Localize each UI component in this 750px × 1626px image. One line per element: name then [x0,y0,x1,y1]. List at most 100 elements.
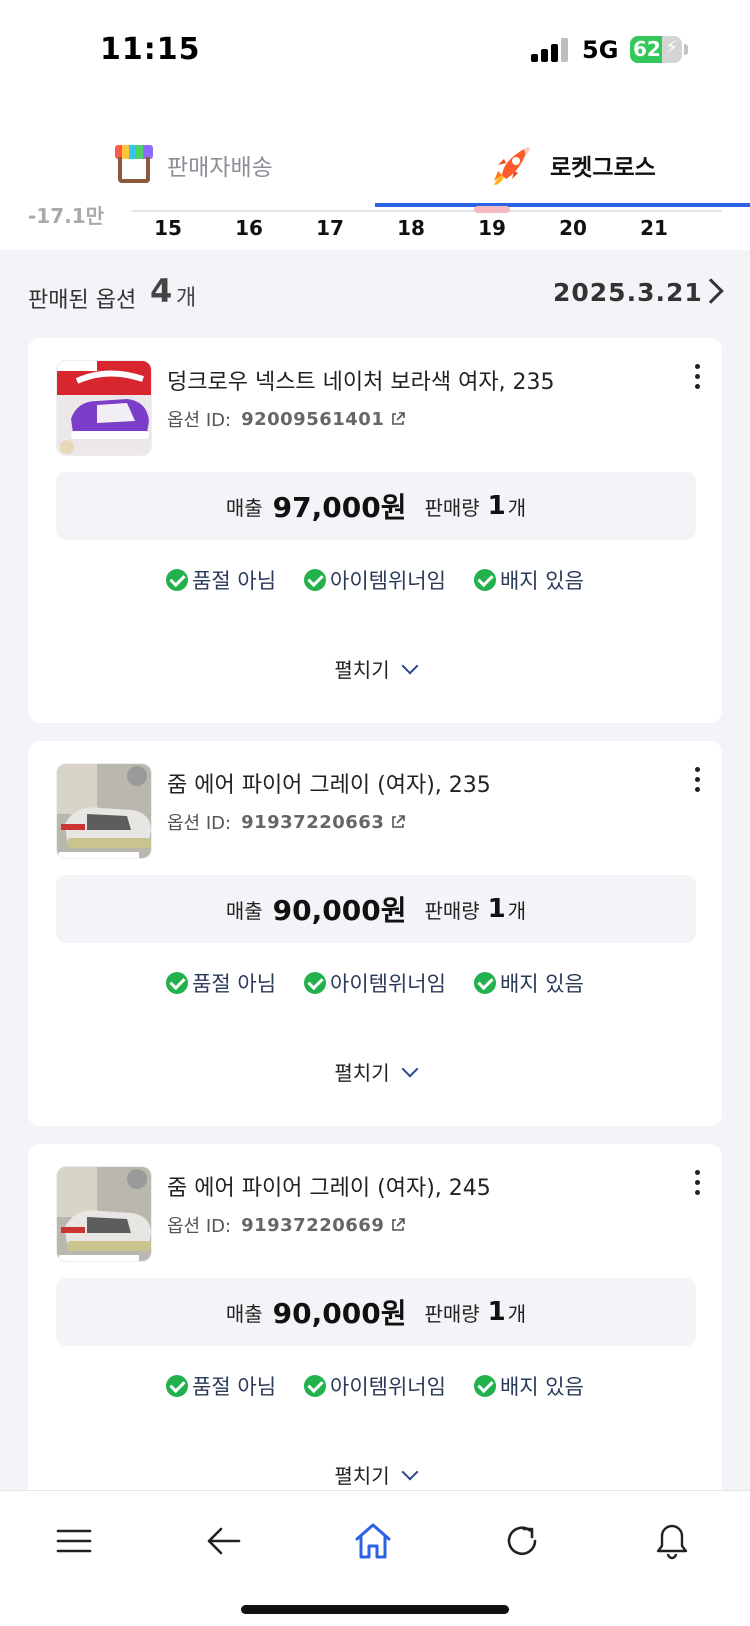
battery-icon: 62 ⚡ [630,36,682,63]
refresh-icon [507,1526,537,1556]
chevron-down-icon [401,1060,419,1077]
day-label[interactable]: 17 [305,216,355,240]
status-badges: 품절 아님 아이템위너임 배지 있음 [28,560,722,600]
quantity-value: 1 [487,894,506,924]
menu-icon [56,1529,92,1553]
quantity-label: 판매량 [424,898,480,923]
expand-button[interactable]: 펼치기 [28,1057,722,1086]
tab-rocket-growth[interactable]: 로켓그로스 [488,125,656,205]
more-options-icon[interactable] [692,767,702,793]
status-badges: 품절 아님 아이템위너임 배지 있음 [28,1366,722,1406]
grey-sneaker-photo [57,1167,151,1261]
product-thumbnail[interactable] [56,1166,152,1262]
expand-label: 펼치기 [334,1061,390,1085]
status-time: 11:15 [100,32,201,67]
summary-label: 판매된 옵션 [28,288,137,313]
home-icon [355,1523,391,1559]
status-badge: 품절 아님 [166,560,276,600]
status-badge: 아이템위너임 [304,1366,446,1406]
day-label[interactable]: 19 [467,216,517,240]
option-id-label: 옵션 ID: [167,813,232,834]
check-icon [166,1375,189,1397]
product-name[interactable]: 덩크로우 넥스트 네이처 보라색 여자, 235 [167,364,555,396]
quantity-label: 판매량 [424,1301,480,1326]
check-icon [473,972,496,994]
check-icon [304,569,327,591]
option-id-value[interactable]: 91937220663 [241,812,384,833]
more-options-icon[interactable] [692,364,702,390]
option-id-label: 옵션 ID: [167,1216,232,1237]
bottom-navigation [0,1490,750,1626]
tab-label: 판매자배송 [167,155,273,181]
status-bar: 11:15 5G 62 ⚡ [0,0,750,100]
expand-label: 펼치기 [334,1464,390,1488]
summary-unit: 개 [176,286,197,311]
sales-stats: 매출 97,000원 판매량 1 개 [56,472,696,540]
grey-sneaker-photo [57,764,151,858]
status-badge: 배지 있음 [473,1366,584,1406]
network-type: 5G [582,36,619,64]
store-icon [115,145,153,185]
option-id-label: 옵션 ID: [167,410,232,431]
status-badge: 아이템위너임 [304,963,446,1003]
home-button[interactable] [343,1511,403,1571]
quantity-value: 1 [487,491,506,521]
status-badge: 배지 있음 [473,560,584,600]
sales-value: 90,000원 [272,1297,407,1330]
back-icon [207,1527,241,1555]
option-id-row: 옵션 ID: 91937220663 [167,809,406,835]
date-strip[interactable]: -17.1만 15 16 17 18 19 20 21 [0,200,750,250]
sales-stats: 매출 90,000원 판매량 1 개 [56,1278,696,1346]
check-icon [166,972,189,994]
refresh-button[interactable] [492,1511,552,1571]
status-badges: 품절 아님 아이템위너임 배지 있음 [28,963,722,1003]
sales-value: 90,000원 [272,894,407,927]
bell-icon [656,1524,688,1560]
external-link-icon[interactable] [390,814,406,830]
chart-value-label: -17.1만 [28,204,105,228]
expand-button[interactable]: 펼치기 [28,1460,722,1489]
charging-icon: ⚡ [665,37,678,58]
summary-date[interactable]: 2025.3.21 [553,278,703,307]
option-id-row: 옵션 ID: 91937220669 [167,1212,406,1238]
menu-button[interactable] [44,1511,104,1571]
product-thumbnail[interactable] [56,360,152,456]
product-card: 줌 에어 파이어 그레이 (여자), 235 옵션 ID: 9193722066… [28,741,722,1126]
option-id-value[interactable]: 91937220669 [241,1215,384,1236]
status-badge: 품절 아님 [166,963,276,1003]
check-icon [473,569,496,591]
tab-seller-delivery[interactable]: 판매자배송 [115,125,273,205]
quantity-unit: 개 [507,898,527,923]
product-name[interactable]: 줌 에어 파이어 그레이 (여자), 245 [167,1170,491,1202]
more-options-icon[interactable] [692,1170,702,1196]
option-id-row: 옵션 ID: 92009561401 [167,406,406,432]
product-card: 덩크로우 넥스트 네이처 보라색 여자, 235 옵션 ID: 92009561… [28,338,722,723]
check-icon [473,1375,496,1397]
day-label[interactable]: 20 [548,216,598,240]
purple-sneaker-photo [57,361,151,455]
product-thumbnail[interactable] [56,763,152,859]
day-label[interactable]: 21 [629,216,679,240]
expand-label: 펼치기 [334,658,390,682]
external-link-icon[interactable] [390,1217,406,1233]
check-icon [166,569,189,591]
rocket-icon [494,147,530,185]
day-label[interactable]: 16 [224,216,274,240]
back-button[interactable] [193,1511,253,1571]
day-label[interactable]: 15 [143,216,193,240]
day-label[interactable]: 18 [386,216,436,240]
external-link-icon[interactable] [390,411,406,427]
product-card: 줌 에어 파이어 그레이 (여자), 245 옵션 ID: 9193722066… [28,1144,722,1529]
sales-label: 매출 [225,898,263,923]
chevron-down-icon [401,1463,419,1480]
product-name[interactable]: 줌 에어 파이어 그레이 (여자), 235 [167,767,491,799]
quantity-label: 판매량 [424,495,480,520]
sales-label: 매출 [225,495,263,520]
status-badge: 아이템위너임 [304,560,446,600]
notification-button[interactable] [642,1511,702,1571]
quantity-unit: 개 [507,1301,527,1326]
option-id-value[interactable]: 92009561401 [241,409,384,430]
signal-icon [531,38,571,62]
quantity-unit: 개 [507,495,527,520]
expand-button[interactable]: 펼치기 [28,654,722,683]
